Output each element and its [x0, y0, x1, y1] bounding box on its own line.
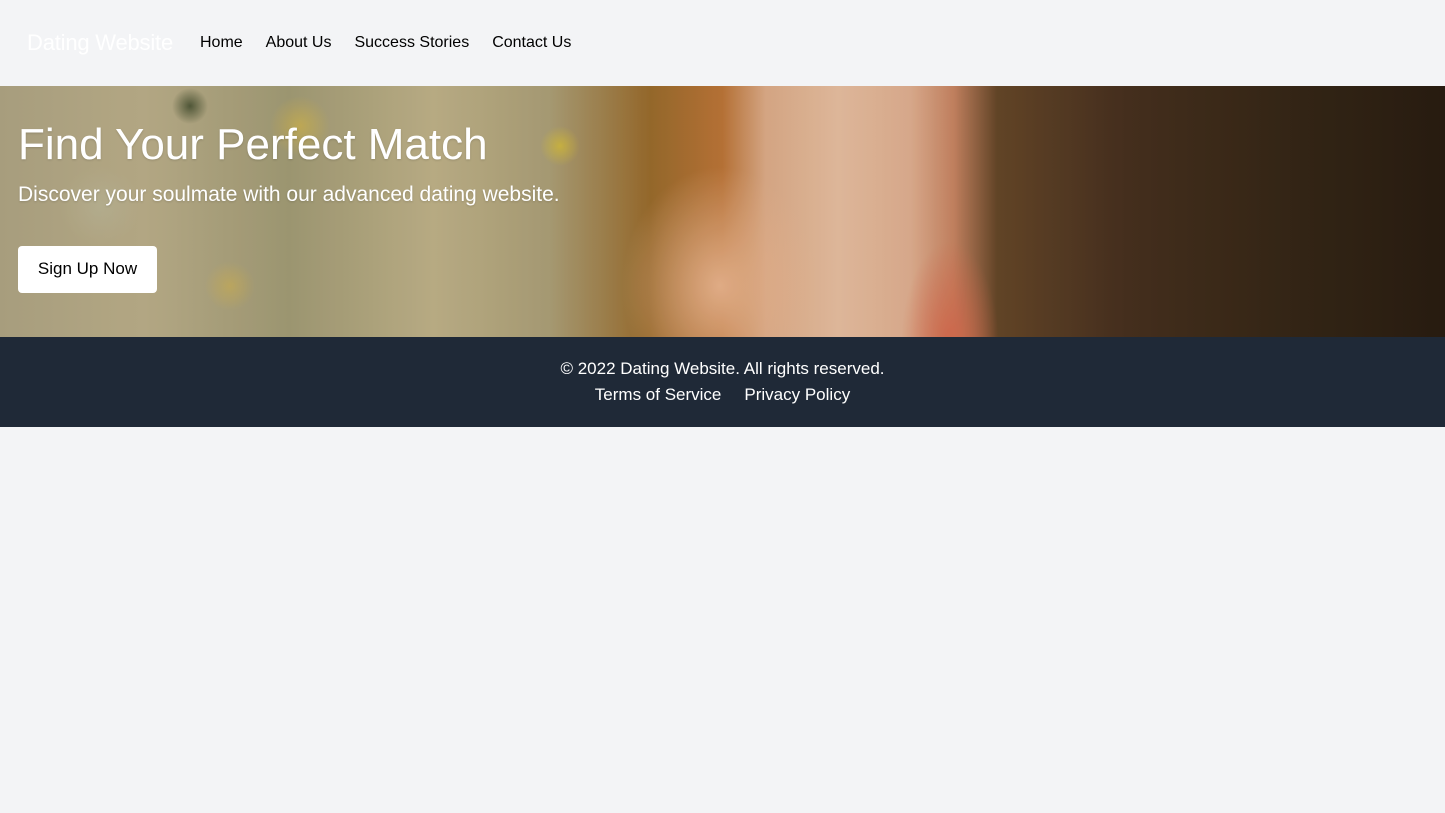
nav-link-about-us[interactable]: About Us: [266, 34, 332, 52]
hero-banner: Find Your Perfect Match Discover your so…: [0, 86, 1445, 337]
hero-content: Find Your Perfect Match Discover your so…: [0, 86, 1445, 293]
sign-up-button[interactable]: Sign Up Now: [18, 245, 157, 293]
terms-of-service-link[interactable]: Terms of Service: [595, 382, 722, 408]
footer-links: Terms of Service Privacy Policy: [595, 382, 850, 408]
brand-logo[interactable]: Dating Website: [27, 30, 173, 56]
nav-link-home[interactable]: Home: [200, 34, 243, 52]
footer: © 2022 Dating Website. All rights reserv…: [0, 337, 1445, 427]
privacy-policy-link[interactable]: Privacy Policy: [744, 382, 850, 408]
footer-copyright: © 2022 Dating Website. All rights reserv…: [560, 359, 885, 378]
hero-subtitle: Discover your soulmate with our advanced…: [18, 182, 560, 206]
nav-link-contact-us[interactable]: Contact Us: [492, 34, 571, 52]
hero-title: Find Your Perfect Match: [18, 120, 488, 169]
navbar: Dating Website Home About Us Success Sto…: [0, 0, 1445, 86]
nav-link-success-stories[interactable]: Success Stories: [354, 34, 469, 52]
